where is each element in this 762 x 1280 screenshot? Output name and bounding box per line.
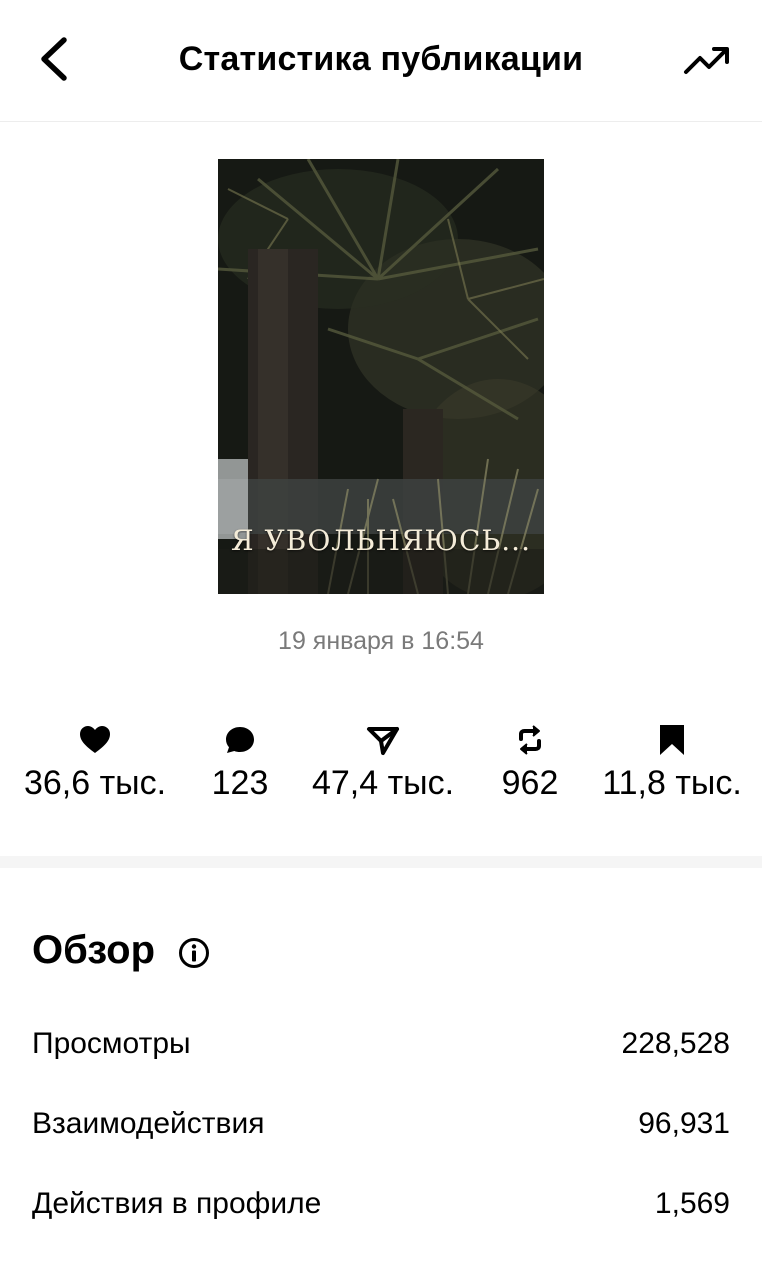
metric-row-profile-actions[interactable]: Действия в профиле 1,569 <box>32 1187 730 1227</box>
section-divider <box>0 856 762 868</box>
metric-value: 1,569 <box>654 1187 730 1220</box>
comments-count: 123 <box>211 764 269 802</box>
metric-row-views[interactable]: Просмотры 228,528 <box>32 1027 730 1067</box>
likes-count: 36,6 тыс. <box>23 764 167 802</box>
metric-label: Взаимодействия <box>32 1107 265 1140</box>
saves-count: 11,8 тыс. <box>602 764 742 802</box>
metric-row-interactions[interactable]: Взаимодействия 96,931 <box>32 1107 730 1147</box>
metric-label: Просмотры <box>32 1027 191 1060</box>
overview-heading: Обзор <box>32 928 156 972</box>
heart-icon <box>80 726 110 753</box>
saves-stat[interactable]: 11,8 тыс. <box>600 722 744 803</box>
engagement-stats: 36,6 тыс. 123 47,4 тыс. 962 11,8 тыс. <box>0 722 762 812</box>
paper-plane-icon <box>367 727 399 755</box>
metric-value: 228,528 <box>621 1027 730 1060</box>
metric-label: Действия в профиле <box>32 1187 322 1220</box>
likes-stat[interactable]: 36,6 тыс. <box>20 722 170 803</box>
info-button[interactable] <box>178 937 210 969</box>
shares-count: 47,4 тыс. <box>311 764 455 802</box>
insights-trend-button[interactable] <box>682 40 732 80</box>
header-bar: Статистика публикации <box>0 0 762 122</box>
page-title: Статистика публикации <box>178 40 584 78</box>
bookmark-icon <box>660 725 684 755</box>
post-date: 19 января в 16:54 <box>278 627 484 655</box>
comment-bubble-icon <box>226 727 254 753</box>
reposts-stat[interactable]: 962 <box>490 722 570 803</box>
comments-stat[interactable]: 123 <box>200 722 280 803</box>
trending-up-icon <box>684 47 729 74</box>
repost-icon <box>519 725 541 755</box>
shares-stat[interactable]: 47,4 тыс. <box>308 722 458 803</box>
post-image-caption: Я УВОЛЬНЯЮСЬ... <box>231 524 531 557</box>
metric-value: 96,931 <box>638 1107 730 1140</box>
reposts-count: 962 <box>501 764 559 802</box>
post-thumbnail[interactable]: Я УВОЛЬНЯЮСЬ... <box>218 159 544 594</box>
info-icon <box>179 938 209 968</box>
